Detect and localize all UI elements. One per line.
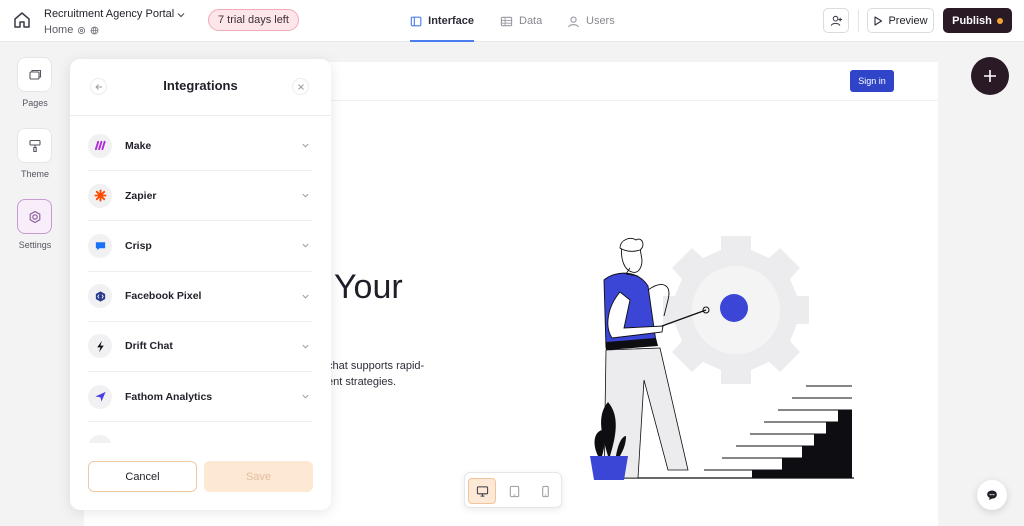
play-icon <box>874 15 883 26</box>
tab-label: Data <box>519 15 543 27</box>
app-title[interactable]: Recruitment Agency Portal <box>44 8 174 20</box>
sidebar-item-theme[interactable]: Theme <box>17 128 52 179</box>
desktop-view-button[interactable] <box>468 478 496 504</box>
toolbar-divider <box>858 10 859 32</box>
gear-icon[interactable] <box>77 26 86 35</box>
invite-user-button[interactable] <box>823 8 849 33</box>
integration-item-partial <box>88 422 312 443</box>
publish-button[interactable]: Publish <box>943 8 1012 33</box>
preview-label: Preview <box>888 14 928 27</box>
chevron-down-icon <box>302 244 309 249</box>
integration-name: Fathom Analytics <box>125 390 213 403</box>
integration-item-fathom-analytics[interactable]: Fathom Analytics <box>88 372 312 423</box>
home-icon[interactable] <box>12 10 32 30</box>
breadcrumb-home[interactable]: Home <box>44 24 73 36</box>
integrations-list: Make Zapier Crisp Facebook Pixel Drift C… <box>88 121 312 443</box>
chevron-down-icon <box>302 344 309 349</box>
tablet-view-button[interactable] <box>500 478 528 504</box>
integration-item-make[interactable]: Make <box>88 121 312 172</box>
pages-button[interactable] <box>17 57 52 92</box>
integration-name: Facebook Pixel <box>125 290 202 303</box>
integration-item-crisp[interactable]: Crisp <box>88 221 312 272</box>
device-switcher <box>464 472 562 508</box>
integration-name: Drift Chat <box>125 340 173 353</box>
globe-icon[interactable] <box>90 26 99 35</box>
sidebar-item-label: Pages <box>22 98 48 108</box>
close-icon <box>297 83 304 90</box>
hero-illustration <box>590 236 854 480</box>
chevron-down-icon <box>302 194 309 198</box>
plus-icon <box>984 70 996 82</box>
integrations-panel: Integrations Make Zapier Crisp Facebook … <box>70 59 331 510</box>
save-button[interactable]: Save <box>204 461 313 492</box>
pages-icon <box>28 69 41 80</box>
table-icon <box>500 16 513 26</box>
tab-data[interactable]: Data <box>500 0 542 42</box>
hero-text: chat supports rapid- ent strategies. <box>327 358 527 390</box>
chevron-down-icon[interactable] <box>176 8 186 18</box>
breadcrumb: Home <box>44 24 99 36</box>
integration-item-zapier[interactable]: Zapier <box>88 171 312 222</box>
fathom-logo-icon <box>88 384 112 409</box>
integration-name: Crisp <box>125 239 152 252</box>
trial-badge[interactable]: 7 trial days left <box>208 9 299 31</box>
signin-button[interactable]: Sign in <box>850 70 894 92</box>
zapier-logo-icon <box>88 183 112 208</box>
chat-icon <box>987 490 997 500</box>
settings-button[interactable] <box>17 199 52 234</box>
chevron-down-icon <box>302 143 309 148</box>
top-bar: Recruitment Agency Portal Home 7 trial d… <box>0 0 1024 42</box>
facebook-pixel-logo-icon <box>88 284 112 309</box>
tab-label: Interface <box>428 15 474 27</box>
crisp-logo-icon <box>88 233 112 258</box>
sidebar-item-pages[interactable]: Pages <box>17 57 52 108</box>
theme-button[interactable] <box>17 128 52 163</box>
add-user-icon <box>830 15 842 26</box>
panel-divider <box>70 115 331 116</box>
mobile-icon <box>541 485 549 497</box>
cancel-button[interactable]: Cancel <box>88 461 197 492</box>
integration-item-drift-chat[interactable]: Drift Chat <box>88 322 312 372</box>
paint-roller-icon <box>28 139 41 152</box>
make-logo-icon <box>88 133 112 158</box>
tab-label: Users <box>586 15 615 27</box>
hero-text-line: ent strategies. <box>327 376 397 388</box>
hero-text-line: chat supports rapid- <box>327 360 425 372</box>
preview-button[interactable]: Preview <box>867 8 934 33</box>
status-dot <box>996 17 1003 24</box>
hero-title: Your <box>334 268 403 306</box>
tab-interface[interactable]: Interface <box>410 0 474 42</box>
integration-item-facebook-pixel[interactable]: Facebook Pixel <box>88 272 312 322</box>
add-element-button[interactable] <box>971 57 1009 95</box>
tab-users[interactable]: Users <box>567 0 615 42</box>
tablet-icon <box>509 485 519 497</box>
desktop-icon <box>476 485 488 497</box>
close-button[interactable] <box>292 78 309 95</box>
drift-logo-icon <box>88 334 112 359</box>
publish-label: Publish <box>952 14 992 27</box>
sidebar-item-label: Theme <box>20 169 49 179</box>
mobile-view-button[interactable] <box>531 478 559 504</box>
user-icon <box>568 15 579 27</box>
layout-icon <box>410 16 422 26</box>
chat-support-button[interactable] <box>977 480 1007 510</box>
chevron-down-icon <box>302 394 309 399</box>
settings-icon <box>29 210 40 223</box>
sidebar-item-settings[interactable]: Settings <box>17 199 52 250</box>
sidebar-item-label: Settings <box>18 240 52 250</box>
integration-name: Zapier <box>125 189 157 202</box>
integration-logo-icon <box>88 435 112 443</box>
chevron-down-icon <box>302 294 309 299</box>
integration-name: Make <box>125 139 152 152</box>
